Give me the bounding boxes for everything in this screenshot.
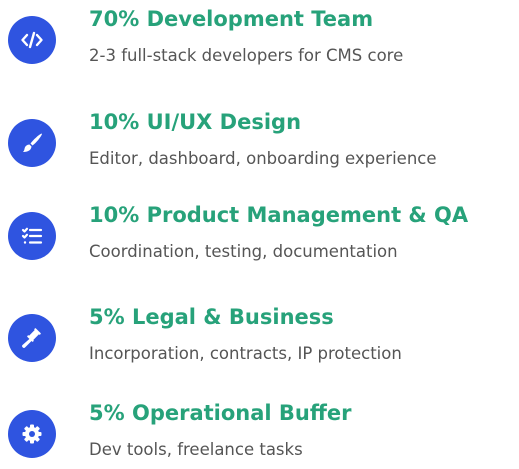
- item-description: Coordination, testing, documentation: [89, 242, 398, 261]
- item-description: Incorporation, contracts, IP protection: [89, 344, 402, 363]
- list-item-product-management-qa: 10% Product Management & QA Coordination…: [0, 200, 519, 270]
- code-icon: [8, 16, 56, 64]
- item-title: 5% Legal & Business: [89, 305, 334, 329]
- item-description: Editor, dashboard, onboarding experience: [89, 149, 437, 168]
- item-title: 10% Product Management & QA: [89, 203, 469, 227]
- list-item-legal-business: 5% Legal & Business Incorporation, contr…: [0, 302, 519, 372]
- item-title: 70% Development Team: [89, 7, 374, 31]
- list-item-operational-buffer: 5% Operational Buffer Dev tools, freelan…: [0, 398, 519, 468]
- item-title: 5% Operational Buffer: [89, 401, 352, 425]
- item-title: 10% UI/UX Design: [89, 110, 302, 134]
- budget-allocation-list: 70% Development Team 2-3 full-stack deve…: [0, 0, 519, 469]
- gavel-icon: [8, 314, 56, 362]
- paint-brush-icon: [8, 119, 56, 167]
- list-item-ui-ux-design: 10% UI/UX Design Editor, dashboard, onbo…: [0, 107, 519, 177]
- gear-icon: [8, 410, 56, 458]
- list-check-icon: [8, 212, 56, 260]
- item-description: Dev tools, freelance tasks: [89, 440, 303, 459]
- item-description: 2-3 full-stack developers for CMS core: [89, 46, 404, 65]
- list-item-development-team: 70% Development Team 2-3 full-stack deve…: [0, 4, 519, 74]
